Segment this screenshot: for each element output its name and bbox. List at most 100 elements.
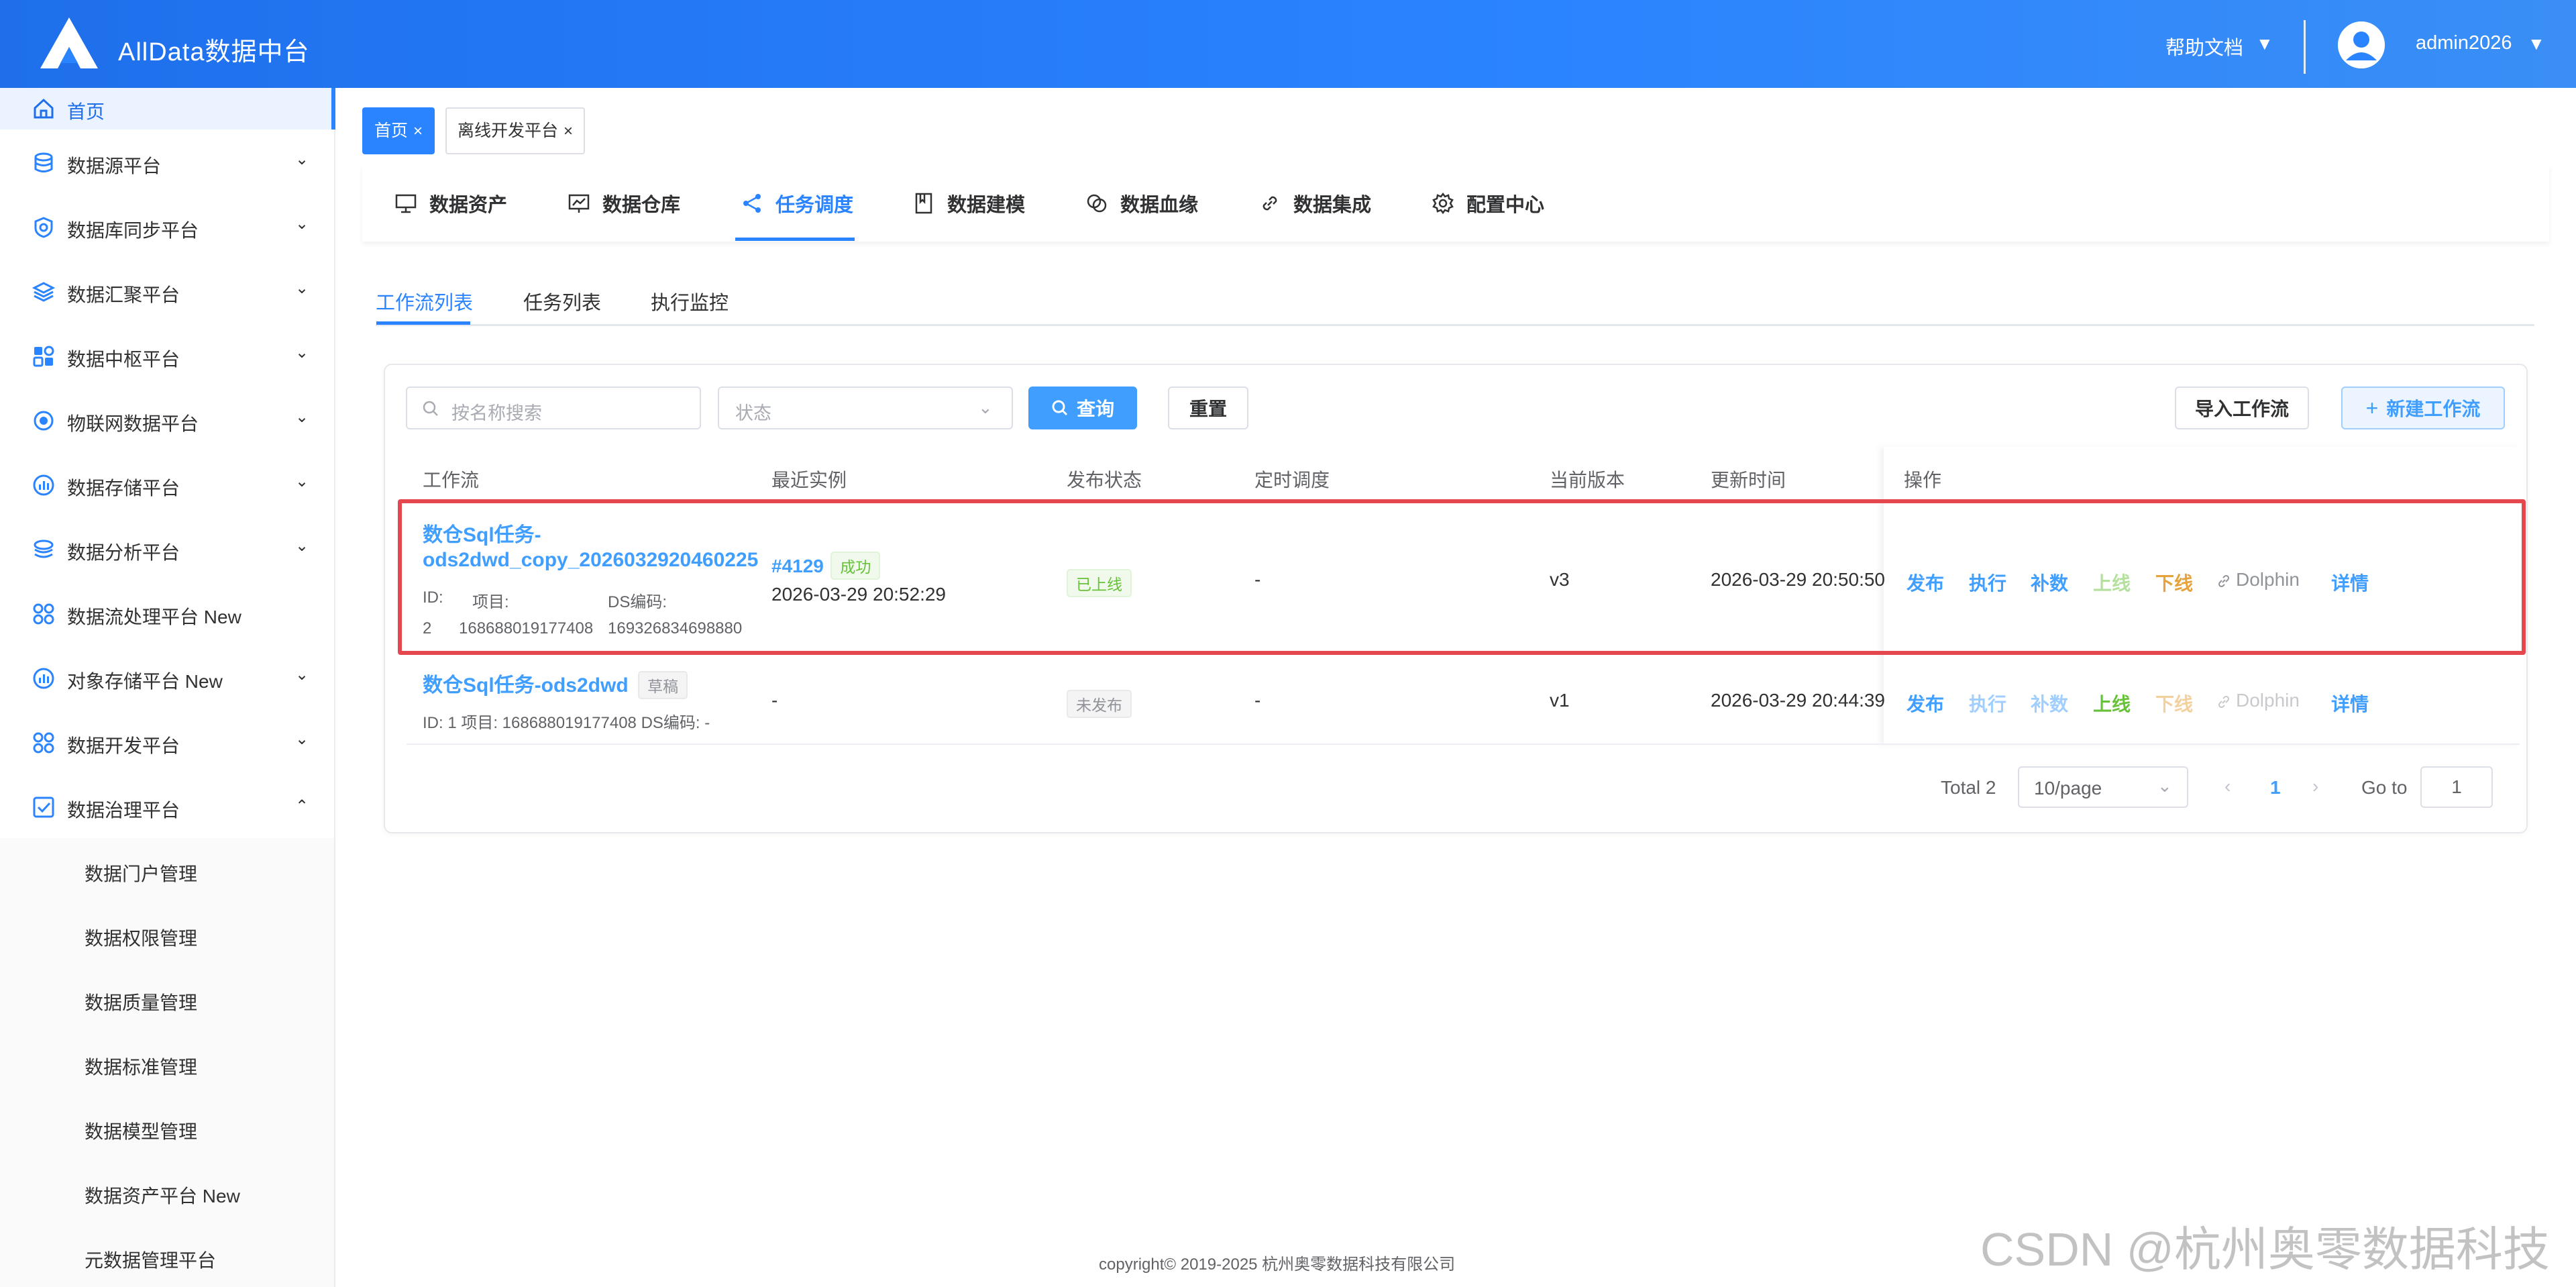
tab-task-list[interactable]: 任务列表 (523, 287, 601, 315)
import-workflow-button[interactable]: 导入工作流 (2175, 387, 2309, 429)
sidebar-item-db-sync[interactable]: 数据库同步平台 ⌄ (0, 194, 335, 258)
brand-title: AllData数据中台 (118, 38, 310, 66)
search-icon (423, 401, 438, 416)
chevron-down-icon: ⌄ (978, 397, 993, 417)
monitor-icon (395, 194, 417, 213)
close-icon[interactable]: × (413, 122, 423, 140)
close-icon[interactable]: × (564, 122, 573, 140)
sidebar-subitem[interactable]: 数据资产平台 New (0, 1160, 334, 1225)
sidebar-subitem[interactable]: 数据模型管理 (0, 1096, 334, 1160)
execute-link[interactable]: 执行 (1969, 690, 2006, 717)
sidebar-item-hub[interactable]: 数据中枢平台 ⌄ (0, 323, 335, 387)
column-header-operations: 操作 (1904, 470, 1942, 491)
latest-instance: - (771, 690, 778, 711)
sidebar-item-governance[interactable]: 数据治理平台 ⌃ (0, 774, 335, 838)
sidebar-subitem[interactable]: 数据质量管理 (0, 967, 334, 1031)
user-avatar[interactable] (2338, 21, 2385, 68)
reset-button[interactable]: 重置 (1168, 387, 1248, 429)
pagination-total: Total 2 (1941, 777, 1996, 798)
sidebar-item-label: 数据开发平台 (67, 735, 180, 756)
online-link[interactable]: 上线 (2093, 690, 2131, 717)
sidebar-item-object-storage[interactable]: 对象存储平台 New ⌄ (0, 645, 335, 709)
alldata-logo-icon[interactable] (39, 16, 99, 70)
menu-data-assets[interactable]: 数据资产 (394, 165, 507, 242)
storage-icon (33, 474, 54, 496)
sidebar-subitem-label: 数据标准管理 (85, 1057, 198, 1078)
page-number-current[interactable]: 1 (2270, 777, 2281, 799)
new-workflow-button[interactable]: + 新建工作流 (2341, 387, 2505, 429)
help-dropdown-icon[interactable]: ▼ (2256, 34, 2273, 54)
share-icon (743, 194, 761, 213)
sidebar-item-stream[interactable]: 数据流处理平台 New (0, 580, 335, 645)
chevron-down-icon: ⌄ (295, 730, 309, 748)
sidebar-item-label: 数据分析平台 (67, 542, 180, 563)
plus-icon: + (2365, 395, 2379, 420)
sidebar-subitem[interactable]: 数据门户管理 (0, 838, 334, 903)
offline-link[interactable]: 下线 (2155, 690, 2193, 717)
sidebar-subitem-label: 数据资产平台 New (85, 1186, 240, 1206)
sidebar-subitem[interactable]: 数据权限管理 (0, 903, 334, 967)
page-tab-offline-dev[interactable]: 离线开发平台 × (445, 107, 586, 154)
chevron-down-icon: ⌄ (295, 408, 309, 426)
sidebar-item-analysis[interactable]: 数据分析平台 ⌄ (0, 516, 335, 580)
column-header-updated: 更新时间 (1711, 470, 1786, 491)
sidebar-item-storage[interactable]: 数据存储平台 ⌄ (0, 452, 335, 516)
chevron-down-icon: ⌄ (295, 344, 309, 362)
user-dropdown-icon[interactable]: ▼ (2528, 34, 2545, 54)
column-header-publish-status: 发布状态 (1067, 470, 1142, 491)
goto-page-input[interactable]: 1 (2420, 766, 2493, 808)
username[interactable]: admin2026 (2416, 32, 2512, 54)
backfill-link[interactable]: 补数 (2031, 690, 2068, 717)
help-docs-link[interactable]: 帮助文档 (2165, 32, 2243, 60)
menu-config-center[interactable]: 配置中心 (1432, 165, 1544, 242)
dev-icon (33, 732, 54, 754)
publish-link[interactable]: 发布 (1907, 690, 1944, 717)
menu-label: 数据仓库 (602, 195, 681, 216)
details-link[interactable]: 详情 (2331, 690, 2369, 717)
search-input[interactable]: 按名称搜索 (406, 387, 701, 429)
sidebar-item-dev[interactable]: 数据开发平台 ⌄ (0, 709, 335, 774)
page-tab-home[interactable]: 首页 × (362, 107, 435, 154)
sidebar: 首页 数据源平台 ⌄ 数据库同步平台 ⌄ 数据汇聚平台 ⌄ 数据中枢平台 ⌄ 物… (0, 88, 335, 1287)
workflow-name-link[interactable]: 数仓Sql任务-ods2dwd (423, 674, 629, 697)
goto-label: Go to (2361, 777, 2408, 798)
sidebar-subitem[interactable]: 数据标准管理 (0, 1031, 334, 1096)
object-storage-icon (33, 668, 54, 689)
chevron-down-icon: ⌄ (2157, 776, 2172, 796)
page-size-select[interactable]: 10/page ⌄ (2018, 766, 2188, 808)
iot-icon (34, 411, 54, 431)
menu-data-modeling[interactable]: 数据建模 (912, 165, 1025, 242)
analysis-icon (34, 539, 54, 558)
sidebar-item-label: 物联网数据平台 (67, 413, 199, 434)
sidebar-item-datasource[interactable]: 数据源平台 ⌄ (0, 130, 335, 194)
next-page-button[interactable]: › (2312, 776, 2318, 797)
book-icon (915, 193, 932, 214)
chevron-down-icon: ⌄ (295, 472, 309, 491)
menu-data-warehouse[interactable]: 数据仓库 (568, 165, 680, 242)
chevron-down-icon: ⌄ (295, 537, 309, 555)
query-button[interactable]: 查询 (1028, 387, 1137, 429)
top-header: AllData数据中台 帮助文档 ▼ admin2026 ▼ (0, 0, 2576, 88)
copyright-footer: copyright© 2019-2025 杭州奥零数据科技有限公司 (1099, 1255, 1456, 1274)
chevron-down-icon: ⌄ (295, 150, 309, 168)
sidebar-item-label: 数据治理平台 (67, 800, 180, 821)
prev-page-button[interactable]: ‹ (2224, 776, 2231, 797)
menu-task-scheduling[interactable]: 任务调度 (741, 165, 853, 242)
dolphin-link[interactable]: Dolphin (2216, 690, 2300, 711)
link-icon (2218, 695, 2230, 708)
status-select[interactable]: 状态 ⌄ (718, 387, 1013, 429)
menu-label: 数据建模 (947, 195, 1026, 216)
sidebar-subitem[interactable]: 元数据管理平台 (0, 1225, 334, 1287)
sidebar-item-label: 数据库同步平台 (67, 220, 199, 241)
sidebar-item-label: 数据汇聚平台 (67, 285, 180, 305)
csdn-watermark: CSDN @杭州奥零数据科技 (1980, 1223, 2550, 1276)
home-icon (34, 98, 54, 119)
sidebar-item-iot[interactable]: 物联网数据平台 ⌄ (0, 387, 335, 452)
tab-workflow-list[interactable]: 工作流列表 (376, 287, 473, 315)
tab-execution-monitor[interactable]: 执行监控 (651, 287, 729, 315)
menu-data-integration[interactable]: 数据集成 (1258, 165, 1371, 242)
sidebar-item-aggregation[interactable]: 数据汇聚平台 ⌄ (0, 258, 335, 323)
sidebar-item-home[interactable]: 首页 (0, 88, 335, 130)
menu-data-lineage[interactable]: 数据血缘 (1085, 165, 1198, 242)
sidebar-subitem-label: 数据模型管理 (85, 1121, 198, 1142)
